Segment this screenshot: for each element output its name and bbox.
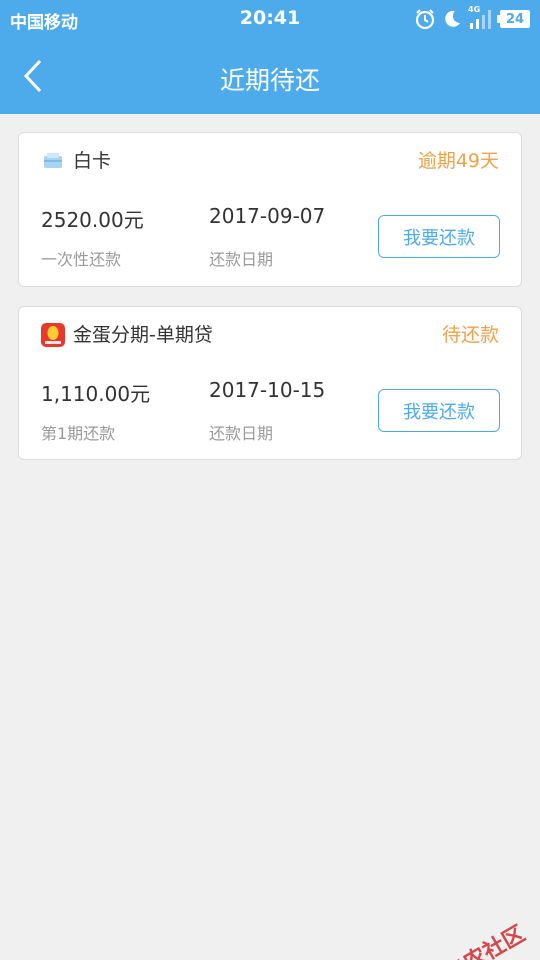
- loan-name: 金蛋分期-单期贷: [73, 324, 213, 346]
- signal-icon: 4G: [468, 5, 494, 30]
- repay-date-label: 还款日期: [209, 250, 274, 269]
- watermark: 卡农社区: [412, 916, 530, 960]
- repay-button[interactable]: 我要还款: [378, 215, 500, 258]
- repay-date: 2017-10-15: [209, 378, 326, 402]
- loan-amount: 1,110.00元: [41, 382, 151, 406]
- loan-name: 白卡: [73, 150, 112, 172]
- watermark-text: 卡农社区: [440, 921, 530, 960]
- loan-card: 金蛋分期-单期贷 待还款 1,110.00元 第1期还款 2017-10-15 …: [18, 306, 522, 460]
- repay-date-label: 还款日期: [209, 424, 274, 443]
- page-title: 近期待还: [219, 66, 320, 95]
- golden-egg-icon: [41, 323, 65, 347]
- repay-button[interactable]: 我要还款: [378, 389, 500, 432]
- nav-bar: 近期待还: [0, 38, 540, 114]
- status-bar: 中国移动 20:41 4G 24: [0, 0, 540, 38]
- card-icon: [44, 153, 62, 168]
- battery-icon: 24: [497, 10, 530, 28]
- alarm-icon: [415, 9, 435, 30]
- loan-card: 白卡 逾期49天 2520.00元 一次性还款 2017-09-07 还款日期 …: [18, 132, 522, 287]
- repay-date: 2017-09-07: [209, 204, 326, 228]
- status-icons: 4G 24: [414, 5, 530, 31]
- loan-amount-label: 第1期还款: [41, 424, 116, 443]
- moon-icon: [445, 10, 460, 27]
- loan-status: 逾期49天: [417, 150, 499, 172]
- loan-amount: 2520.00元: [41, 208, 144, 232]
- loan-status: 待还款: [441, 324, 499, 346]
- loan-amount-label: 一次性还款: [41, 250, 122, 269]
